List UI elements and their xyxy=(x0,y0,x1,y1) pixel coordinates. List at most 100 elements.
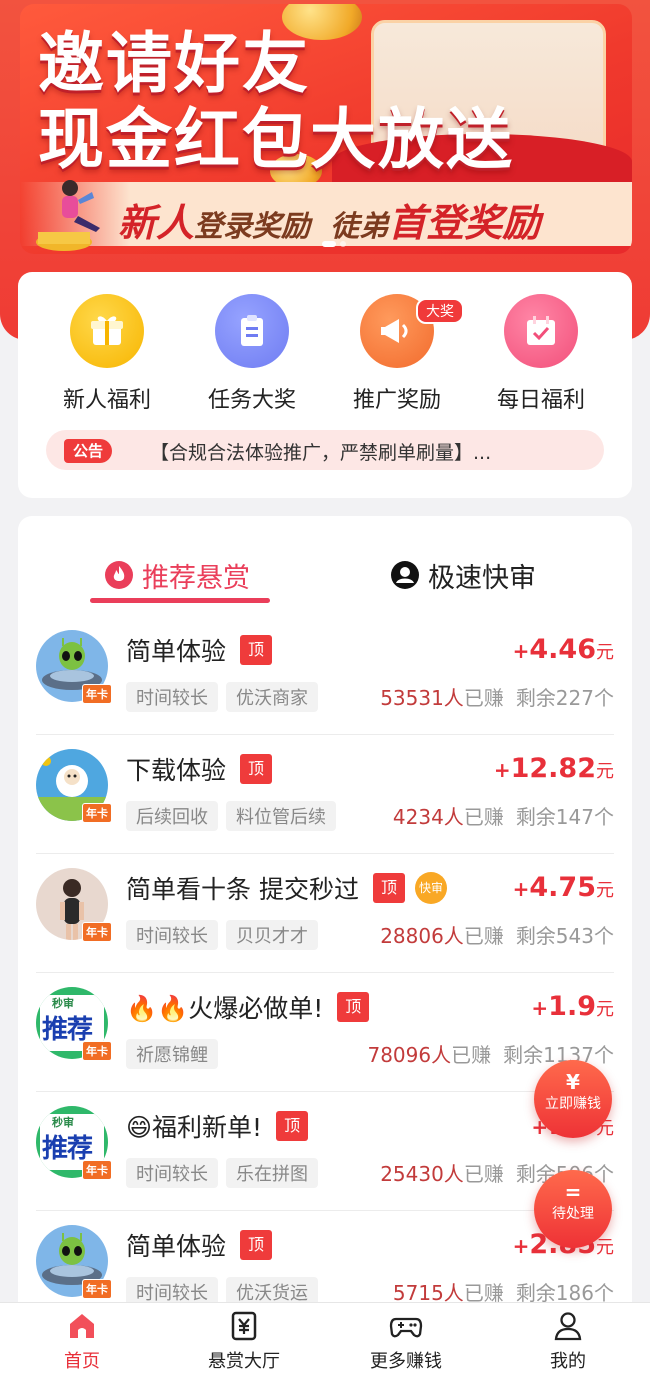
tab-fast-review[interactable]: 极速快审 xyxy=(390,552,536,598)
task-reward: +4.75元 xyxy=(513,872,614,903)
remaining-count: 剩余543个 xyxy=(515,924,614,948)
earned-label: 已赚 xyxy=(463,924,504,948)
reward-plus: + xyxy=(512,877,530,901)
task-title: 简单体验 xyxy=(126,637,227,666)
task-tag: 时间较长 xyxy=(126,682,218,712)
pinned-badge: 顶 xyxy=(337,992,370,1022)
task-reward: +12.82元 xyxy=(494,753,614,784)
reward-amount: 12.82 xyxy=(510,753,596,784)
tab-label: 极速快审 xyxy=(428,562,536,594)
task-tag: 祈愿锦鲤 xyxy=(126,1039,218,1069)
task-title-line: 简单体验顶 xyxy=(126,1227,273,1263)
task-tag: 时间较长 xyxy=(126,1158,218,1188)
earned-count: 4234人 xyxy=(392,805,464,829)
notice-bar[interactable]: 公告 【合规合法体验推广，严禁刷单刷量】... xyxy=(46,430,604,470)
promo-banner[interactable]: 邀请好友 现金红包大放送 新人登录奖励 徒弟首登奖励 xyxy=(20,4,632,254)
task-row[interactable]: 年卡 下载体验顶后续回收 料位管后续 +12.82元 4234人已赚 剩余147个 xyxy=(36,735,614,854)
pending-button[interactable]: = 待处理 xyxy=(534,1170,612,1248)
pinned-badge: 顶 xyxy=(372,873,405,903)
earned-count: 25430人 xyxy=(380,1162,464,1186)
task-row[interactable]: 年卡 简单体验顶时间较长 优沃商家 +4.46元 53531人已赚 剩余227个 xyxy=(36,616,614,735)
task-title-line: 下载体验顶 xyxy=(126,751,273,787)
earned-count: 78096人 xyxy=(367,1043,452,1067)
task-title: 简单看十条 提交秒过 xyxy=(126,875,359,904)
flame-icon xyxy=(105,561,133,589)
task-tags: 时间较长 贝贝才才 xyxy=(126,920,326,950)
task-title: 😄福利新单! xyxy=(126,1113,263,1142)
pinned-badge: 顶 xyxy=(240,1230,273,1260)
reward-plus: + xyxy=(512,639,530,663)
task-avatar: 年卡 xyxy=(36,1225,112,1299)
task-reward: +4.46元 xyxy=(513,634,614,665)
notice-tag: 公告 xyxy=(64,439,113,463)
pending-label: 待处理 xyxy=(552,1206,594,1222)
earned-label: 已赚 xyxy=(463,1162,504,1186)
nav-label: 我的 xyxy=(550,1351,586,1372)
strip-newcomer: 新人 xyxy=(118,201,195,245)
nav-more-earning[interactable]: 更多赚钱 xyxy=(346,1309,466,1373)
task-stats: 53531人已赚 剩余227个 xyxy=(380,682,614,711)
reward-unit: 元 xyxy=(596,999,614,1020)
task-avatar: 年卡 xyxy=(36,868,112,942)
task-tag: 时间较长 xyxy=(126,920,218,950)
nav-label: 更多赚钱 xyxy=(370,1351,442,1372)
task-title-line: 简单体验顶 xyxy=(126,632,273,668)
menu-item-promotion-reward[interactable]: 大奖 推广奖励 xyxy=(327,294,467,414)
task-row[interactable]: 年卡简单体验顶时间较长优沃货运+2.85元5715人已赚剩余186个 xyxy=(36,1211,614,1316)
earned-count: 28806人 xyxy=(380,924,464,948)
tab-label: 推荐悬赏 xyxy=(142,562,250,594)
task-row[interactable]: 秒审 推荐 年卡 🔥🔥火爆必做单! 顶祈愿锦鲤 +1.9元 78096人已赚 剩余1137个 xyxy=(36,973,614,1092)
task-row[interactable]: 年卡 简单看十条 提交秒过顶快审时间较长 贝贝才才 +4.75元 28806人已赚 剩余5… xyxy=(36,854,614,973)
annual-card-badge: 年卡 xyxy=(82,922,112,942)
task-tag: 后续回收 xyxy=(126,801,218,831)
banner-pagination xyxy=(320,232,348,251)
menu-item-newcomer-welfare[interactable]: 新人福利 xyxy=(37,294,177,414)
earned-count: 53531人 xyxy=(380,686,464,710)
task-tag: 贝贝才才 xyxy=(226,920,318,950)
reward-amount: 4.75 xyxy=(529,872,596,903)
nav-label: 悬赏大厅 xyxy=(208,1351,280,1372)
task-tags: 时间较长 乐在拼图 xyxy=(126,1158,326,1188)
task-title-line: 😄福利新单! 顶 xyxy=(126,1108,309,1144)
reward-amount: 1.9 xyxy=(548,991,596,1022)
task-tags: 祈愿锦鲤 xyxy=(126,1039,226,1069)
remaining-count: 剩余227个 xyxy=(515,686,614,710)
menu-label: 推广奖励 xyxy=(352,388,441,413)
user-icon xyxy=(508,1309,628,1343)
nav-mine[interactable]: 我的 xyxy=(508,1309,628,1373)
remaining-count: 剩余147个 xyxy=(515,805,614,829)
earned-label: 已赚 xyxy=(463,686,504,710)
task-stats: 28806人已赚 剩余543个 xyxy=(380,920,614,949)
reward-unit: 元 xyxy=(596,880,614,901)
pagination-dot xyxy=(322,241,336,247)
prize-badge: 大奖 xyxy=(416,298,464,324)
pinned-badge: 顶 xyxy=(240,754,273,784)
banner-title-line2: 现金红包大放送 xyxy=(38,101,514,178)
menu-label: 新人福利 xyxy=(62,388,151,413)
menu-item-task-prize[interactable]: 任务大奖 xyxy=(182,294,322,414)
nav-home[interactable]: 首页 xyxy=(22,1309,142,1373)
task-tag: 优沃商家 xyxy=(226,682,318,712)
annual-card-badge: 年卡 xyxy=(82,1041,112,1061)
pinned-badge: 顶 xyxy=(276,1111,309,1141)
reward-unit: 元 xyxy=(596,642,614,663)
task-tag: 料位管后续 xyxy=(226,801,336,831)
gift-icon xyxy=(70,294,144,368)
menu-item-daily-welfare[interactable]: 每日福利 xyxy=(471,294,611,414)
menu-label: 每日福利 xyxy=(496,388,585,413)
nav-reward-hall[interactable]: 悬赏大厅 xyxy=(184,1309,304,1373)
earn-now-button[interactable]: ¥ 立即赚钱 xyxy=(534,1060,612,1138)
task-title-line: 🔥🔥火爆必做单! 顶 xyxy=(126,989,370,1025)
gamepad-icon xyxy=(346,1309,466,1343)
reward-plus: + xyxy=(512,1234,530,1258)
pagination-dot xyxy=(340,241,346,247)
task-tags: 时间较长 优沃商家 xyxy=(126,682,326,712)
clipboard-icon xyxy=(215,294,289,368)
calendar-check-icon xyxy=(504,294,578,368)
tab-recommended[interactable]: 推荐悬赏 xyxy=(104,552,250,598)
bottom-nav: 首页 悬赏大厅 更多赚钱 我的 xyxy=(0,1302,650,1376)
pinned-badge: 顶 xyxy=(240,635,273,665)
annual-card-badge: 年卡 xyxy=(82,684,112,704)
task-title-line: 简单看十条 提交秒过顶快审 xyxy=(126,870,447,906)
task-row[interactable]: 秒审推荐年卡😄福利新单!顶时间较长乐在拼图+1.9元25430人已赚剩余506个 xyxy=(36,1092,614,1211)
